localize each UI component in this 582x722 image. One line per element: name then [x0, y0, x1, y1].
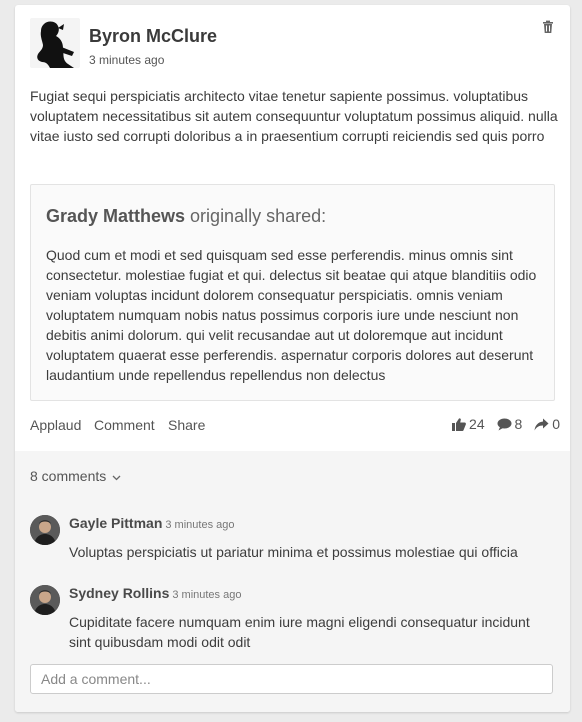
applaud-button[interactable]: Applaud [30, 417, 81, 433]
comment-button[interactable]: Comment [94, 417, 155, 433]
share-stat: 0 [534, 416, 560, 432]
author-name[interactable]: Byron McClure [89, 26, 217, 47]
commenter-name[interactable]: Sydney Rollins [69, 585, 169, 601]
post-body: Fugiat sequi perspiciatis architecto vit… [30, 88, 558, 144]
applause-stat: 24 [452, 416, 485, 432]
commenter-avatar[interactable] [30, 585, 60, 615]
post-stats: 24 8 0 [444, 416, 560, 436]
comment-text: Cupiditate facere numquam enim iure magn… [69, 614, 530, 650]
shared-body: Quod cum et modi et sed quisquam sed ess… [46, 247, 537, 383]
trash-icon[interactable] [541, 20, 557, 36]
shared-heading: Grady Matthews originally shared: [46, 206, 326, 227]
shared-suffix: originally shared: [185, 206, 327, 226]
comment-timestamp: 3 minutes ago [165, 519, 235, 531]
chevron-down-icon [112, 475, 121, 481]
comment-stat: 8 [497, 416, 523, 432]
thumbs-up-icon [452, 417, 466, 431]
speech-bubble-icon [497, 418, 512, 430]
comments-count-label: 8 comments [30, 468, 107, 484]
post-card: Byron McClure 3 minutes ago Fugiat sequi… [15, 5, 570, 712]
shared-author-name[interactable]: Grady Matthews [46, 206, 185, 226]
add-comment-input[interactable] [30, 664, 553, 694]
author-avatar[interactable] [30, 18, 80, 68]
commenter-name[interactable]: Gayle Pittman [69, 515, 162, 531]
post-timestamp: 3 minutes ago [89, 53, 165, 67]
applause-count: 24 [469, 416, 485, 432]
comments-toggle[interactable]: 8 comments [30, 468, 121, 484]
comment-meta: Gayle Pittman 3 minutes ago [69, 515, 234, 533]
comment-count: 8 [514, 416, 523, 432]
commenter-avatar[interactable] [30, 515, 60, 545]
post-actions: Applaud Comment Share 24 8 0 [30, 416, 560, 436]
comment-meta: Sydney Rollins 3 minutes ago [69, 585, 241, 603]
comment-timestamp: 3 minutes ago [172, 589, 242, 601]
post-header: Byron McClure 3 minutes ago [30, 18, 555, 74]
shared-post: Grady Matthews originally shared: Quod c… [30, 184, 555, 401]
share-button[interactable]: Share [168, 417, 205, 433]
comments-section: 8 comments Gayle Pittman 3 minutes ago Vo… [15, 451, 570, 712]
share-arrow-icon [534, 418, 549, 430]
comment-text: Voluptas perspiciatis ut pariatur minima… [69, 544, 518, 560]
share-count: 0 [552, 416, 560, 432]
